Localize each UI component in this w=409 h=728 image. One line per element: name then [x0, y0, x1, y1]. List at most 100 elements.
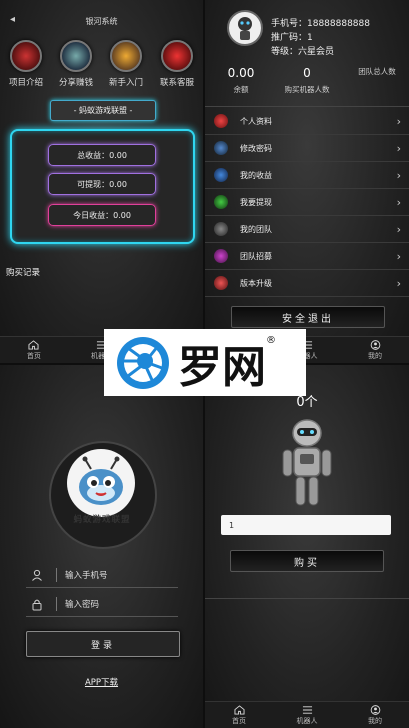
registered-mark: ®	[266, 335, 276, 346]
quantity-input[interactable]: 1	[221, 515, 391, 535]
alliance-banner: - 蚂蚁游戏联盟 -	[50, 100, 156, 121]
team-label: 团队总人数	[358, 67, 396, 76]
logout-button[interactable]: 安全退出	[231, 306, 385, 328]
divider	[205, 106, 409, 107]
field-separator	[56, 597, 57, 611]
nav-home[interactable]: 首页	[209, 704, 269, 726]
robots-stat: 0 购买机器人数	[277, 66, 337, 95]
user-icon	[26, 569, 48, 581]
phone-placeholder: 输入手机号	[65, 571, 108, 581]
logo-disc	[67, 449, 135, 517]
promo-code: 推广码：1	[271, 33, 313, 43]
ant-mascot-icon	[79, 456, 123, 505]
menu-withdraw[interactable]: 我要提现 ›	[205, 189, 409, 216]
avatar	[227, 10, 263, 46]
robot-avatar-icon	[238, 17, 252, 40]
password-field[interactable]: 输入密码	[26, 592, 178, 617]
menu-label: 团队招募	[240, 251, 272, 261]
recruit-icon	[214, 249, 228, 263]
chevron-right-icon: ›	[396, 249, 401, 263]
watermark-text: 罗网	[178, 341, 266, 393]
divider	[205, 598, 409, 599]
nav-mine[interactable]: 我的	[345, 704, 405, 726]
chevron-right-icon: ›	[396, 276, 401, 290]
feature-label: 分享赚钱	[58, 78, 93, 88]
feature-service[interactable]: 联系客服	[155, 40, 199, 88]
balance-stat: 0.00 余额	[215, 66, 267, 95]
robots-label: 购买机器人数	[284, 85, 330, 94]
withdraw-icon	[214, 195, 228, 209]
total-earnings: 总收益：0.00	[48, 144, 156, 166]
balance-value: 0.00	[227, 66, 255, 80]
menu-profile[interactable]: 个人资料 ›	[205, 108, 409, 135]
chevron-right-icon: ›	[396, 168, 401, 182]
service-icon	[161, 40, 193, 72]
menu-earnings[interactable]: 我的收益 ›	[205, 162, 409, 189]
team-icon	[214, 222, 228, 236]
phone-field[interactable]: 输入手机号	[26, 563, 178, 588]
chevron-right-icon: ›	[396, 195, 401, 209]
menu-label: 修改密码	[240, 143, 272, 153]
feature-intro[interactable]: 项目介绍	[4, 40, 48, 88]
nav-label: 首页	[26, 351, 41, 360]
guide-icon	[110, 40, 142, 72]
today-earnings: 今日收益：0.00	[48, 204, 156, 226]
robots-value: 0	[303, 66, 311, 80]
feature-label: 项目介绍	[8, 78, 43, 88]
nav-mine[interactable]: 我的	[345, 339, 405, 361]
chevron-right-icon: ›	[396, 141, 401, 155]
login-button[interactable]: 登录	[26, 631, 180, 657]
menu-team[interactable]: 我的团队 ›	[205, 216, 409, 243]
withdrawable: 可提现：0.00	[48, 173, 156, 195]
home-screen: ◂ 银河系统 项目介绍 分享赚钱 新手入门 联系客服 - 蚂蚁游戏联盟 - 总收…	[0, 0, 203, 363]
upgrade-icon	[214, 276, 228, 290]
profile-icon	[214, 114, 228, 128]
feature-share[interactable]: 分享赚钱	[54, 40, 98, 88]
nav-robot[interactable]: 机器人	[277, 705, 337, 726]
nav-home[interactable]: 首页	[4, 339, 64, 361]
user-icon	[370, 339, 380, 350]
profile-screen: 手机号：18888888888 推广码：1 等级：六星会员 0.00 余额 0 …	[205, 0, 409, 363]
chevron-right-icon: ›	[396, 222, 401, 236]
logo-text: 蚂蚁游戏联盟	[73, 515, 131, 525]
password-icon	[214, 141, 228, 155]
feature-label: 联系客服	[159, 78, 194, 88]
intro-icon	[10, 40, 42, 72]
nav-label: 我的	[368, 351, 382, 360]
nav-label: 机器人	[296, 716, 318, 725]
nav-label: 我的	[368, 716, 382, 725]
menu-label: 版本升级	[240, 278, 272, 288]
team-stat: 团队总人数	[349, 66, 405, 77]
menu-label: 我的团队	[240, 224, 272, 234]
phone-number: 手机号：18888888888	[271, 19, 370, 29]
spider-logo-icon	[117, 336, 169, 389]
menu-password[interactable]: 修改密码 ›	[205, 135, 409, 162]
menu-upgrade[interactable]: 版本升级 ›	[205, 270, 409, 297]
menu-label: 我的收益	[240, 170, 272, 180]
login-screen: 蚂蚁游戏联盟 输入手机号 输入密码 登录 APP下载	[0, 365, 203, 728]
records-title: 购买记录	[6, 268, 41, 278]
field-separator	[56, 568, 57, 582]
user-icon	[370, 704, 380, 715]
nav-label: 首页	[232, 716, 246, 725]
menu-icon	[302, 705, 312, 714]
feature-guide[interactable]: 新手入门	[104, 40, 148, 88]
app-download-link[interactable]: APP下载	[0, 676, 203, 688]
password-placeholder: 输入密码	[65, 600, 100, 610]
menu-label: 个人资料	[240, 116, 272, 126]
home-icon	[234, 704, 244, 715]
share-icon	[60, 40, 92, 72]
watermark: 罗网 ®	[104, 329, 306, 396]
home-icon	[28, 339, 39, 350]
bottom-nav: 首页 机器人 我的	[205, 701, 409, 728]
robot-figure	[282, 419, 332, 506]
page-title: 银河系统	[85, 17, 118, 26]
member-level: 等级：六星会员	[271, 47, 335, 57]
buy-button[interactable]: 购买	[230, 550, 384, 572]
feature-label: 新手入门	[108, 78, 143, 88]
earnings-icon	[214, 168, 228, 182]
menu-recruit[interactable]: 团队招募 ›	[205, 243, 409, 270]
balance-label: 余额	[233, 85, 249, 94]
chevron-right-icon: ›	[396, 114, 401, 128]
menu-label: 我要提现	[240, 197, 272, 207]
